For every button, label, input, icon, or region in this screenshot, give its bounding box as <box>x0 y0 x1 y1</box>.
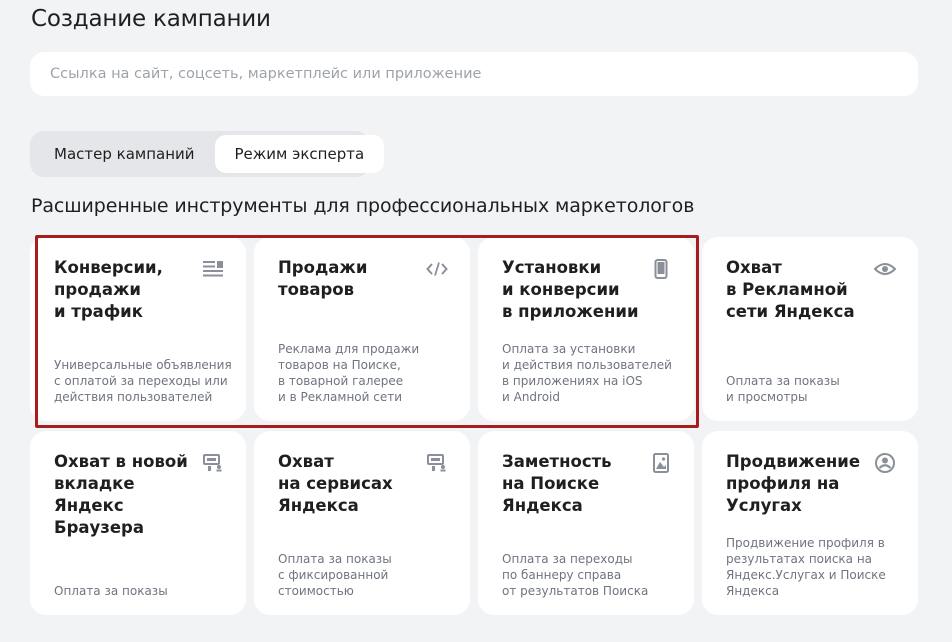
site-url-input[interactable] <box>30 52 918 96</box>
card-title: Заметность на Поиске Яндекса <box>502 452 612 515</box>
tab-expert-mode[interactable]: Режим эксперта <box>214 135 385 173</box>
banner-person-icon <box>426 453 448 473</box>
section-title: Расширенные инструменты для профессионал… <box>31 195 695 217</box>
card-conversions-sales-traffic[interactable]: Конверсии, продажи и трафик Универсальны… <box>30 237 246 421</box>
card-browser-new-tab-reach[interactable]: Охват в новой вкладке Яндекс Браузера Оп… <box>30 431 246 615</box>
smartphone-icon <box>650 259 672 279</box>
image-icon <box>650 453 672 473</box>
card-search-visibility[interactable]: Заметность на Поиске Яндекса Оплата за п… <box>478 431 694 615</box>
card-description: Оплата за показы и просмотры <box>726 374 840 404</box>
card-title: Охват в Рекламной сети Яндекса <box>726 258 855 321</box>
card-description: Оплата за показы с фиксированной стоимос… <box>278 552 392 598</box>
card-product-sales[interactable]: Продажи товаров Реклама для продажи това… <box>254 237 470 421</box>
card-description: Оплата за установки и действия пользоват… <box>502 342 672 404</box>
card-yandex-services-reach[interactable]: Охват на сервисах Яндекса Оплата за пока… <box>254 431 470 615</box>
card-description: Универсальные объявления с оплатой за пе… <box>54 358 232 404</box>
card-title: Продвижение профиля на Услугах <box>726 452 861 515</box>
mode-switch: Мастер кампаний Режим эксперта <box>30 131 385 177</box>
card-title: Установки и конверсии в приложении <box>502 258 639 321</box>
tab-campaign-master[interactable]: Мастер кампаний <box>34 135 215 173</box>
card-services-profile-promotion[interactable]: Продвижение профиля на Услугах Продвижен… <box>702 431 918 615</box>
card-title: Конверсии, продажи и трафик <box>54 258 163 321</box>
services-profile-icon <box>874 453 896 473</box>
card-ad-network-reach[interactable]: Охват в Рекламной сети Яндекса Оплата за… <box>702 237 918 421</box>
page-title: Создание кампании <box>31 6 271 32</box>
card-description: Продвижение профиля в результатах поиска… <box>726 536 886 598</box>
code-icon <box>426 259 448 279</box>
eye-icon <box>874 259 896 279</box>
card-app-installs[interactable]: Установки и конверсии в приложении Оплат… <box>478 237 694 421</box>
card-title: Продажи товаров <box>278 258 368 299</box>
card-description: Оплата за показы <box>54 584 168 598</box>
card-description: Реклама для продажи товаров на Поиске, в… <box>278 342 420 404</box>
banner-person-icon <box>202 453 224 473</box>
card-description: Оплата за переходы по баннеру справа от … <box>502 552 649 598</box>
card-title: Охват на сервисах Яндекса <box>278 452 393 515</box>
card-title: Охват в новой вкладке Яндекс Браузера <box>54 452 188 537</box>
text-ad-icon <box>202 259 224 279</box>
